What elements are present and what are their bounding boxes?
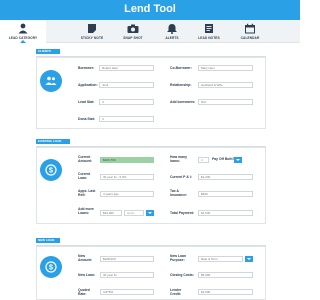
current-p-i-input[interactable] bbox=[198, 174, 253, 180]
tab-label: LEAD CATEGORY bbox=[8, 36, 38, 40]
new-loan-label: New Loan: bbox=[78, 273, 96, 277]
new-loan-purpose-dropdown[interactable] bbox=[245, 256, 253, 262]
co-borrower-label: Co-Borrower: bbox=[170, 66, 192, 70]
borrower-label: Borrower: bbox=[78, 66, 95, 70]
application-label: Application: bbox=[78, 83, 98, 87]
clients-avatar bbox=[40, 70, 62, 92]
tax-insurance-input[interactable] bbox=[198, 191, 253, 197]
new-amount-label: New Amount: bbox=[78, 254, 92, 262]
loan-type-value: Heloc bbox=[127, 211, 135, 215]
dollar-icon: $ bbox=[45, 261, 57, 273]
tab-lead-notes[interactable]: LEAD NOTES bbox=[186, 20, 232, 43]
relationship-label: Relationship: bbox=[170, 83, 192, 87]
clients-section-label: CLIENTS bbox=[36, 49, 60, 54]
new-loan-avatar: $ bbox=[40, 256, 62, 278]
add-borrowers-label: Add borrowers: bbox=[170, 100, 196, 104]
existing-loan-avatar: $ bbox=[40, 159, 62, 181]
current-loan-label: Current Loan: bbox=[78, 172, 91, 180]
tax-insurance-label: Tax & Insurance: bbox=[170, 189, 188, 197]
add-borrowers-input[interactable] bbox=[198, 99, 253, 105]
tab-sticky-note[interactable]: STICKY NOTE bbox=[69, 20, 115, 43]
tab-lead-category[interactable]: LEAD CATEGORY bbox=[0, 20, 46, 44]
how-many-loans-label: How many loans: bbox=[170, 155, 187, 163]
how-many-loans-input[interactable] bbox=[198, 157, 209, 163]
lead-stat-label: Lead Stat: bbox=[78, 100, 95, 104]
current-amount-label: Current Amount: bbox=[78, 155, 92, 163]
lender-credit-input[interactable] bbox=[198, 289, 253, 295]
dollar-icon: $ bbox=[45, 164, 57, 176]
app-title: Lend Tool bbox=[124, 3, 176, 15]
app-header: Lend Tool bbox=[0, 0, 300, 20]
svg-text:$: $ bbox=[49, 263, 54, 272]
bell-icon bbox=[167, 24, 177, 34]
co-borrower-input[interactable] bbox=[198, 65, 253, 71]
new-loan-input[interactable] bbox=[100, 272, 154, 278]
person-icon bbox=[18, 23, 28, 34]
dona-stat-input[interactable] bbox=[99, 116, 154, 122]
current-loan-input[interactable] bbox=[100, 174, 154, 180]
appx-last-refi-input[interactable] bbox=[100, 191, 154, 197]
lead-stat-input[interactable] bbox=[99, 99, 154, 105]
notes-icon bbox=[205, 24, 213, 33]
tab-label: STICKY NOTE bbox=[80, 36, 104, 40]
tab-calendar[interactable]: CALENDAR bbox=[227, 20, 273, 43]
camera-icon bbox=[127, 24, 139, 33]
quoted-rate-label: Quoted Rate: bbox=[78, 288, 90, 296]
new-loan-purpose-input[interactable] bbox=[198, 256, 243, 262]
borrower-input[interactable] bbox=[99, 65, 154, 71]
lender-credit-label: Lender Credit: bbox=[170, 288, 182, 296]
sticky-note-icon bbox=[88, 24, 96, 33]
new-amount-input[interactable] bbox=[100, 256, 154, 262]
tab-label: LEAD NOTES bbox=[198, 36, 220, 40]
pay-off-both-dropdown[interactable] bbox=[234, 157, 242, 163]
closing-costs-input[interactable] bbox=[198, 272, 253, 278]
dona-stat-label: Dona Stat: bbox=[78, 117, 95, 121]
loan-type-dropdown[interactable] bbox=[146, 210, 154, 216]
total-payment-label: Total Payment: bbox=[170, 211, 195, 215]
relationship-input[interactable] bbox=[198, 82, 253, 88]
existing-loan-section-label: EXISTING LOAN bbox=[36, 139, 70, 144]
appx-last-refi-label: Appx. Last Refi: bbox=[78, 189, 96, 197]
quoted-rate-input[interactable] bbox=[100, 289, 154, 295]
new-loan-purpose-label: New Loan Purpose: bbox=[170, 254, 187, 262]
loan-type-select[interactable]: Heloc bbox=[124, 210, 144, 216]
add-more-loans-input[interactable] bbox=[100, 210, 122, 216]
application-input[interactable] bbox=[99, 82, 154, 88]
calendar-icon bbox=[245, 23, 255, 34]
pay-off-both-label: Pay Off Both? bbox=[212, 157, 235, 161]
current-amount-input[interactable] bbox=[100, 157, 154, 163]
add-more-loans-label: Add more Loans: bbox=[78, 207, 94, 215]
current-p-i-label: Current P & I: bbox=[170, 175, 192, 179]
people-icon bbox=[45, 76, 57, 85]
total-payment-input[interactable] bbox=[198, 210, 253, 216]
new-loan-section-label: NEW LOAN bbox=[36, 238, 60, 243]
tab-label: CALENDAR bbox=[240, 36, 260, 40]
svg-text:$: $ bbox=[49, 166, 54, 175]
tab-bar: LEAD CATEGORY STICKY NOTE SNAP SHOT ALER… bbox=[0, 20, 300, 44]
closing-costs-label: Closing Costs: bbox=[170, 273, 194, 277]
